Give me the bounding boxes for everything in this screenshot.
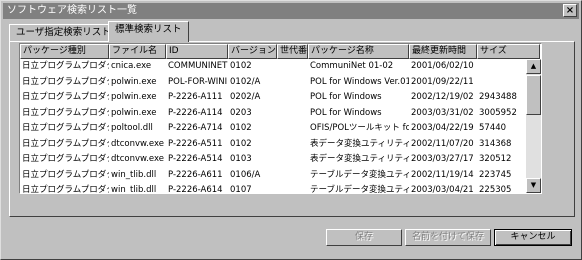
table-row[interactable]: 日立プログラムプロダクト polwin.exe P-2226-A111 0202…	[20, 90, 525, 106]
vertical-scrollbar[interactable]: ▲ ▼	[526, 59, 541, 193]
save-as-button[interactable]: 名前を付けて保存	[405, 229, 491, 246]
column-header-version[interactable]: バージョン	[228, 44, 277, 59]
software-list[interactable]: パッケージ種別 ファイル名 ID バージョン 世代番 パッケージ名称 最終更新時…	[19, 43, 542, 194]
scroll-thumb[interactable]	[526, 75, 541, 115]
window-title: ソフトウェア検索リスト一覧	[7, 5, 137, 16]
list-rows: 日立プログラムプロダクト cnica.exe COMMUNINET 0102 C…	[20, 59, 525, 193]
column-header-package-name[interactable]: パッケージ名称	[308, 44, 409, 59]
table-row[interactable]: 日立プログラムプロダクト dtconvw.exe P-2226-A514 010…	[20, 152, 525, 168]
tab-panel: パッケージ種別 ファイル名 ID バージョン 世代番 パッケージ名称 最終更新時…	[9, 41, 575, 217]
column-header-generation[interactable]: 世代番	[277, 44, 308, 59]
table-row[interactable]: 日立プログラムプロダクト cnica.exe COMMUNINET 0102 C…	[20, 59, 525, 75]
column-header-id[interactable]: ID	[166, 44, 228, 59]
dialog-window: ソフトウェア検索リスト一覧 × ユーザ指定検索リスト 標準検索リスト パッケージ…	[0, 0, 582, 260]
title-bar: ソフトウェア検索リスト一覧 ×	[3, 3, 579, 19]
save-button[interactable]: 保存	[326, 229, 402, 246]
close-button[interactable]: ×	[563, 4, 577, 17]
close-icon: ×	[565, 5, 575, 16]
column-header-package-type[interactable]: パッケージ種別	[20, 44, 109, 59]
table-row[interactable]: 日立プログラムプロダクト win_tlib.dll P-2226-A614 01…	[20, 183, 525, 193]
tab-standard-search-list[interactable]: 標準検索リスト	[108, 21, 189, 42]
table-row[interactable]: 日立プログラムプロダクト poltool.dll P-2226-A714 010…	[20, 121, 525, 137]
column-header-file-name[interactable]: ファイル名	[109, 44, 166, 59]
scroll-up-button[interactable]: ▲	[526, 59, 541, 74]
column-header-last-updated[interactable]: 最終更新時間	[409, 44, 477, 59]
table-row[interactable]: 日立プログラムプロダクト win_tlib.dll P-2226-A611 01…	[20, 168, 525, 184]
table-row[interactable]: 日立プログラムプロダクト polwin.exe POL-FOR-WINI 010…	[20, 75, 525, 91]
scroll-down-button[interactable]: ▼	[526, 178, 541, 193]
table-row[interactable]: 日立プログラムプロダクト polwin.exe P-2226-A114 0203…	[20, 106, 525, 122]
cancel-button[interactable]: キャンセル	[494, 229, 572, 246]
column-header-size[interactable]: サイズ	[477, 44, 540, 59]
tab-user-search-list[interactable]: ユーザ指定検索リスト	[9, 24, 118, 41]
table-row[interactable]: 日立プログラムプロダクト dtconvw.exe P-2226-A511 010…	[20, 137, 525, 153]
arrow-up-icon: ▲	[530, 62, 537, 70]
arrow-down-icon: ▼	[530, 181, 537, 189]
list-header: パッケージ種別 ファイル名 ID バージョン 世代番 パッケージ名称 最終更新時…	[20, 44, 540, 59]
